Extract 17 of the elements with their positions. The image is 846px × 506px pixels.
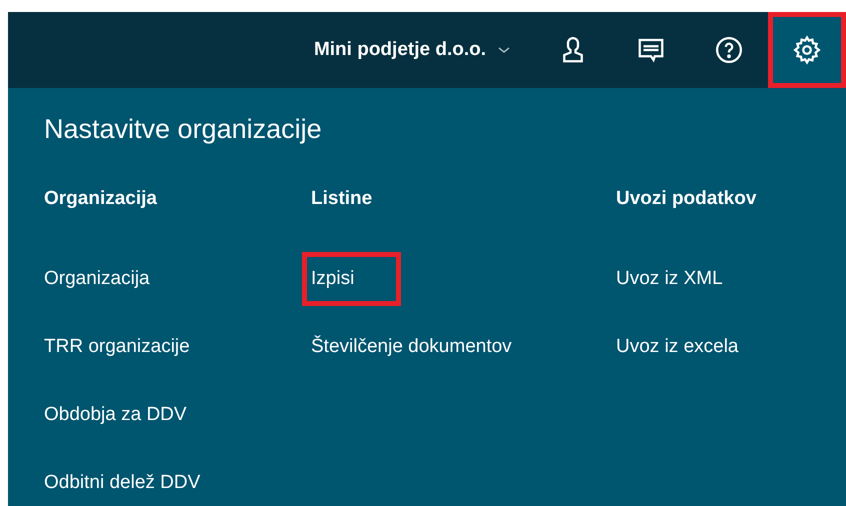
column-heading: Organizacija: [44, 187, 158, 211]
menu-link[interactable]: Uvoz iz XML: [611, 252, 728, 306]
help-icon: [714, 35, 744, 65]
column-heading: Uvozi podatkov: [616, 187, 758, 211]
panel-title: Nastavitve organizacije: [44, 113, 323, 146]
chevron-icon: [498, 46, 510, 54]
menu-link[interactable]: TRR organizacije: [39, 320, 195, 374]
menu-link[interactable]: Odbitni delež DDV: [39, 456, 206, 506]
settings-button[interactable]: [768, 12, 846, 88]
menu-link[interactable]: Uvoz iz excela: [611, 320, 744, 374]
company-dropdown[interactable]: Mini podjetje d.o.o.: [314, 36, 510, 64]
column-heading: Listine: [311, 187, 374, 211]
menu-link[interactable]: Organizacija: [39, 252, 155, 306]
menu-link[interactable]: Izpisi: [302, 252, 402, 306]
menu-link[interactable]: Številčenje dokumentov: [306, 320, 517, 374]
menu-link[interactable]: Obdobja za DDV: [39, 388, 192, 442]
settings-icon: [792, 35, 822, 65]
